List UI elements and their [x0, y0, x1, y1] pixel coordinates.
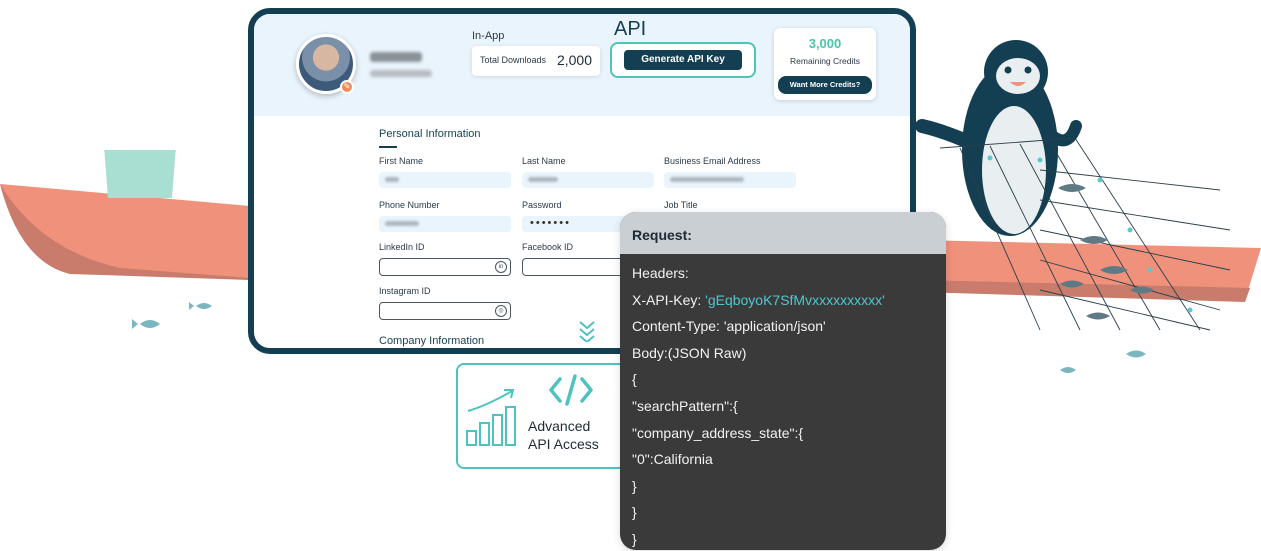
linkedin-icon: in [495, 261, 507, 273]
user-subtitle-blurred [370, 70, 432, 77]
credits-value: 3,000 [808, 36, 842, 51]
user-name-blurred [370, 52, 422, 62]
request-body: Headers: X-API-Key: 'gEqboyoK7SfMvxxxxxx… [620, 254, 946, 550]
api-highlight-frame: Generate API Key [610, 42, 756, 78]
left-boat-illustration [0, 150, 250, 329]
advanced-api-label: Advanced API Access [528, 417, 599, 453]
last-name-field[interactable] [522, 172, 654, 188]
credits-label: Remaining Credits [790, 56, 860, 66]
instagram-field[interactable]: ◎ [379, 302, 511, 320]
password-field[interactable]: ••••••• [522, 216, 632, 232]
edit-avatar-icon[interactable]: ✎ [340, 80, 354, 94]
brace-close-line-2: } [632, 504, 637, 521]
brace-close-line-3: } [632, 530, 637, 547]
api-key-label: X-API-Key: [632, 291, 702, 308]
value-entry-line: "0":California [632, 451, 713, 468]
company-info-underline [379, 352, 397, 354]
penguin-fishing-illustration [915, 40, 1261, 373]
job-title-label: Job Title [664, 200, 698, 210]
password-mask: ••••••• [530, 217, 571, 229]
first-name-field[interactable] [379, 172, 511, 188]
facebook-label: Facebook ID [522, 242, 574, 252]
credits-card: 3,000 Remaining Credits Want More Credit… [774, 28, 876, 100]
company-info-title: Company Information [379, 335, 485, 347]
downloads-label: Total Downloads [480, 55, 547, 65]
first-name-label: First Name [379, 156, 424, 166]
address-state-line: "company_address_state":{ [632, 424, 804, 441]
inapp-label: In-App [472, 30, 505, 42]
profile-header: ✎ In-App Total Downloads 2,000 API Gener… [254, 14, 910, 116]
password-label: Password [522, 200, 562, 210]
request-title: Request: [620, 212, 946, 254]
phone-label: Phone Number [379, 200, 440, 210]
personal-info-title: Personal Information [379, 128, 481, 140]
code-icon [549, 374, 593, 406]
business-email-field[interactable] [664, 172, 796, 188]
want-more-credits-button[interactable]: Want More Credits? [778, 76, 872, 94]
linkedin-field[interactable]: in [379, 258, 511, 276]
api-key-value: 'gEqboyoK7SfMvxxxxxxxxxx' [705, 291, 885, 308]
linkedin-label: LinkedIn ID [379, 242, 425, 252]
brace-close-line-1: } [632, 477, 637, 494]
api-title: API [614, 18, 647, 40]
generate-api-key-button[interactable]: Generate API Key [624, 50, 742, 70]
business-email-label: Business Email Address [664, 156, 761, 166]
downloads-card: Total Downloads 2,000 [472, 46, 600, 76]
brace-open-line: { [632, 371, 637, 388]
scroll-down-icon[interactable] [578, 320, 596, 342]
downloads-value: 2,000 [556, 52, 592, 68]
search-pattern-line: "searchPattern":{ [632, 397, 738, 414]
api-access-label: API Access [528, 436, 599, 452]
content-type-line: Content-Type: 'application/json' [632, 318, 826, 335]
advanced-label: Advanced [528, 418, 591, 434]
instagram-icon: ◎ [495, 305, 507, 317]
facebook-field[interactable] [522, 258, 632, 276]
api-key-line: X-API-Key: 'gEqboyoK7SfMvxxxxxxxxxx' [632, 292, 946, 319]
headers-line: Headers: [632, 265, 689, 281]
phone-field[interactable] [379, 216, 511, 232]
instagram-label: Instagram ID [379, 286, 431, 296]
personal-info-underline [379, 146, 397, 148]
growth-chart-icon [466, 389, 516, 446]
advanced-api-card: Advanced API Access [456, 363, 626, 469]
request-code-panel: Request: Headers: X-API-Key: 'gEqboyoK7S… [620, 212, 946, 550]
last-name-label: Last Name [522, 156, 566, 166]
body-label-line: Body:(JSON Raw) [632, 344, 747, 361]
